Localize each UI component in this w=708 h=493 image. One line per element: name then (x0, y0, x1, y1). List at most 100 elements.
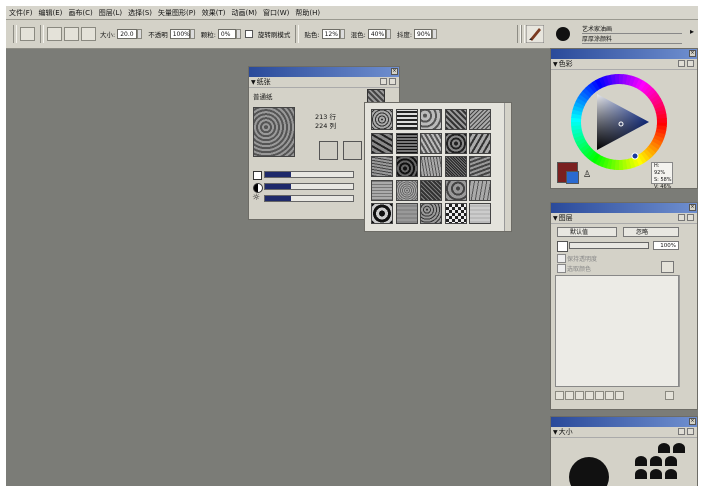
paper-texture-swatch[interactable] (469, 179, 491, 201)
menu-effects[interactable]: 效果(T) (199, 8, 229, 18)
composite-depth-select[interactable]: 忽略 (623, 227, 679, 237)
stroke-type-button[interactable] (64, 26, 79, 41)
lock-layer-button[interactable] (661, 261, 674, 273)
hue-segment[interactable] (656, 117, 667, 123)
paper-texture-swatch[interactable] (371, 203, 393, 224)
capture-paper-button[interactable] (319, 141, 338, 160)
collapse-triangle-icon[interactable]: ▼ (553, 215, 558, 222)
brush-variant-icon[interactable] (554, 25, 572, 43)
brush-menu-arrow-icon[interactable]: ▸ (690, 27, 694, 36)
dab-profile-icon[interactable] (665, 456, 677, 466)
method-button[interactable] (81, 26, 96, 41)
paper-texture-swatch[interactable] (371, 156, 393, 177)
paper-brightness-slider[interactable] (264, 195, 354, 202)
paper-texture-swatch[interactable] (444, 109, 467, 130)
layer-command-button[interactable] (555, 391, 564, 400)
dab-profile-icon[interactable] (673, 443, 685, 453)
paper-panel-header[interactable]: ▼ 纸张 (249, 77, 399, 88)
paper-texture-swatch[interactable] (444, 203, 467, 224)
delete-layer-button[interactable] (665, 391, 674, 400)
layers-menu-icon[interactable] (687, 214, 694, 221)
paper-menu-icon[interactable] (389, 78, 396, 85)
hue-ring-handle[interactable] (631, 152, 639, 160)
dab-profile-icon[interactable] (650, 469, 662, 479)
dab-profile-icon[interactable] (658, 443, 670, 453)
paper-texture-swatch[interactable] (420, 203, 442, 224)
menu-window[interactable]: 窗口(W) (260, 8, 292, 18)
layers-panel-close-icon[interactable] (678, 214, 685, 221)
paper-panel-titlebar[interactable]: × (249, 67, 399, 77)
grain-input[interactable]: 0% (217, 28, 236, 39)
layer-command-button[interactable] (595, 391, 604, 400)
layer-opacity-input[interactable]: 100% (653, 241, 679, 250)
size-input[interactable]: 20.0 (117, 28, 138, 39)
paper-texture-swatch[interactable] (395, 132, 418, 154)
menu-select[interactable]: 选择(S) (125, 8, 155, 18)
size-menu-icon[interactable] (687, 428, 694, 435)
paper-texture-swatch[interactable] (420, 179, 442, 201)
collapse-triangle-icon[interactable]: ▼ (553, 61, 558, 68)
paper-texture-swatch[interactable] (469, 156, 491, 177)
menu-movie[interactable]: 动画(M) (228, 8, 260, 18)
opacity-spinner[interactable] (189, 28, 195, 39)
size-spinner[interactable] (137, 28, 143, 39)
dab-profile-icon[interactable] (635, 469, 647, 479)
color-wheel[interactable] (569, 72, 669, 172)
paper-texture-swatch[interactable] (395, 156, 418, 177)
size-panel-titlebar[interactable]: × (551, 417, 697, 427)
brush-reset-button[interactable] (20, 26, 35, 41)
close-icon[interactable]: × (391, 68, 398, 75)
dab-profile-icon[interactable] (650, 456, 662, 466)
paper-texture-swatch[interactable] (420, 132, 442, 154)
paper-texture-swatch[interactable] (469, 109, 491, 130)
paper-texture-swatch[interactable] (371, 109, 393, 130)
paper-texture-swatch[interactable] (371, 179, 393, 201)
opacity-input[interactable]: 100% (169, 28, 190, 39)
bleed-input[interactable]: 40% (367, 28, 386, 39)
pick-up-underlying-checkbox[interactable] (557, 264, 566, 273)
layers-panel-header[interactable]: ▼ 图层 (551, 213, 697, 224)
secondary-color-swatch[interactable] (566, 171, 579, 184)
paper-contrast-slider[interactable] (264, 183, 354, 190)
dab-type-button[interactable] (47, 26, 62, 41)
close-icon[interactable]: × (689, 204, 696, 211)
paper-texture-swatch[interactable] (420, 109, 442, 130)
brush-variant-name[interactable]: 厚厚涂颜料 (582, 34, 682, 44)
paper-texture-swatch[interactable] (469, 132, 491, 154)
color-panel-titlebar[interactable]: × (551, 49, 697, 59)
brush-category-icon[interactable] (526, 25, 544, 43)
layers-panel-titlebar[interactable]: × (551, 203, 697, 213)
collapse-triangle-icon[interactable]: ▼ (251, 79, 256, 86)
make-paper-button[interactable] (343, 141, 362, 160)
paper-texture-swatch[interactable] (444, 132, 467, 154)
jitter-spinner[interactable] (432, 28, 438, 39)
close-icon[interactable]: × (689, 50, 696, 57)
layer-list-scrollbar[interactable] (679, 275, 686, 387)
layer-command-button[interactable] (575, 391, 584, 400)
rotate-checkbox[interactable] (244, 29, 253, 38)
layer-list[interactable] (555, 275, 679, 387)
color-menu-icon[interactable] (687, 60, 694, 67)
brush-category-name[interactable]: 艺术家油画 (582, 24, 682, 34)
layer-opacity-slider[interactable] (569, 242, 649, 249)
close-icon[interactable]: × (689, 418, 696, 425)
jitter-input[interactable]: 90% (414, 28, 433, 39)
resat-spinner[interactable] (339, 28, 345, 39)
grain-spinner[interactable] (235, 28, 241, 39)
dab-profile-icon[interactable] (665, 469, 677, 479)
resat-input[interactable]: 12% (321, 28, 340, 39)
color-panel-header[interactable]: ▼ 色彩 (551, 59, 697, 70)
menu-edit[interactable]: 编辑(E) (36, 8, 66, 18)
paper-texture-swatch[interactable] (395, 179, 418, 201)
paper-scale-slider[interactable] (264, 171, 354, 178)
paper-texture-swatch[interactable] (469, 203, 491, 224)
paper-panel-close-icon[interactable] (380, 78, 387, 85)
composite-method-select[interactable]: 默认值 (557, 227, 617, 237)
bleed-spinner[interactable] (385, 28, 391, 39)
menu-file[interactable]: 文件(F) (6, 8, 36, 18)
collapse-triangle-icon[interactable]: ▼ (553, 429, 558, 436)
popup-scrollbar[interactable] (504, 103, 511, 231)
layer-command-button[interactable] (565, 391, 574, 400)
menu-help[interactable]: 帮助(H) (292, 8, 323, 18)
paper-texture-swatch[interactable] (395, 203, 418, 224)
